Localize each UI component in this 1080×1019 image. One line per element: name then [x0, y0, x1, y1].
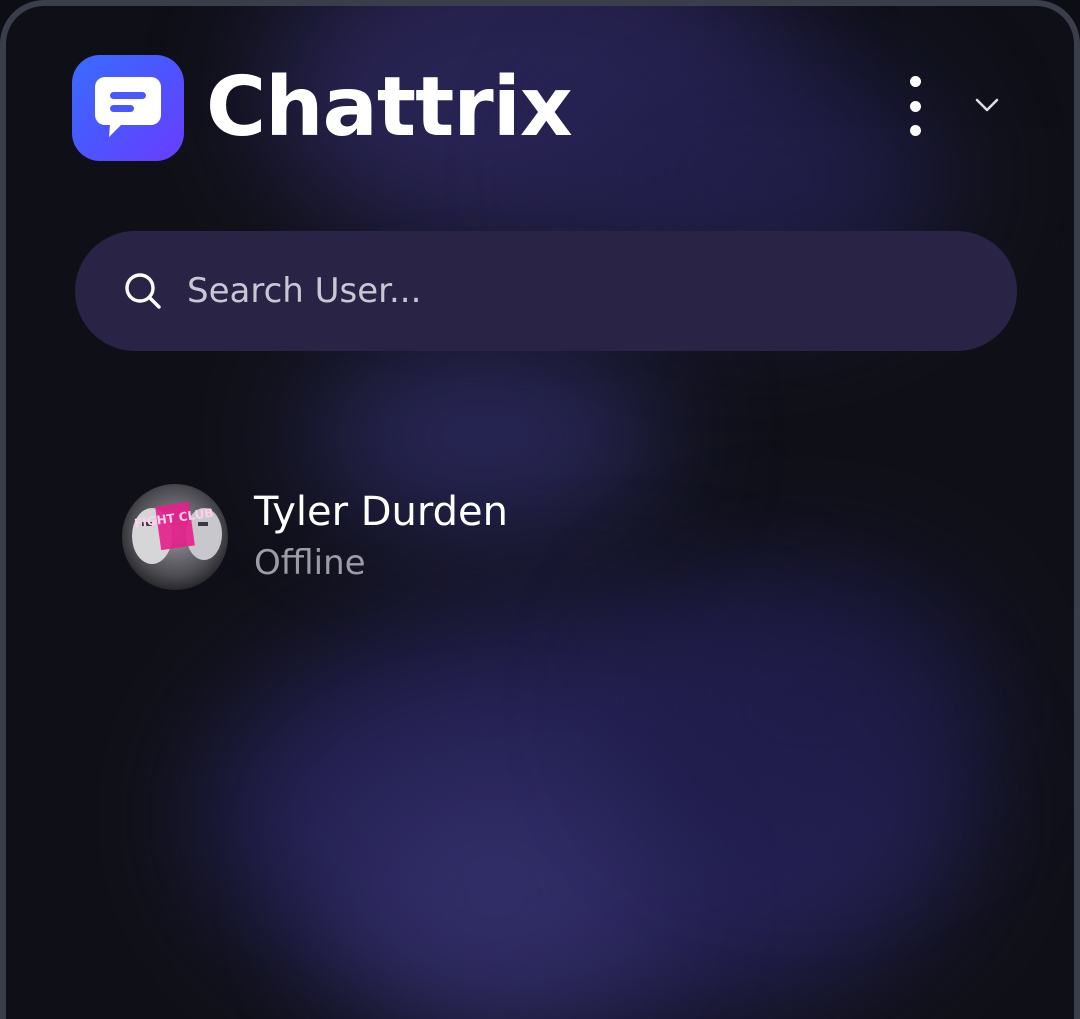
- background-glow: [626, 566, 986, 846]
- user-status: Offline: [254, 543, 366, 583]
- user-info: Tyler Durden Offline: [254, 486, 508, 588]
- background-glow: [336, 766, 656, 1019]
- app-window: Chattrix Search User... FIGHT CLUB Tyler…: [0, 0, 1080, 1019]
- background-glow: [206, 606, 966, 1019]
- more-vertical-icon: [909, 76, 921, 87]
- chat-bubble-icon: [95, 77, 161, 137]
- avatar: FIGHT CLUB: [122, 484, 228, 590]
- more-options-button[interactable]: [894, 76, 936, 136]
- app-header: Chattrix: [72, 50, 573, 166]
- search-input[interactable]: [185, 260, 949, 322]
- search-icon: [125, 273, 161, 309]
- app-logo: [72, 55, 184, 161]
- app-title: Chattrix: [206, 60, 573, 155]
- search-bar[interactable]: [75, 231, 1017, 351]
- avatar-image: FIGHT CLUB: [122, 484, 228, 590]
- chevron-down-icon: [975, 98, 999, 112]
- user-name: Tyler Durden: [254, 489, 509, 535]
- user-list-item[interactable]: FIGHT CLUB Tyler Durden Offline: [122, 484, 508, 590]
- expand-button[interactable]: [968, 88, 1006, 122]
